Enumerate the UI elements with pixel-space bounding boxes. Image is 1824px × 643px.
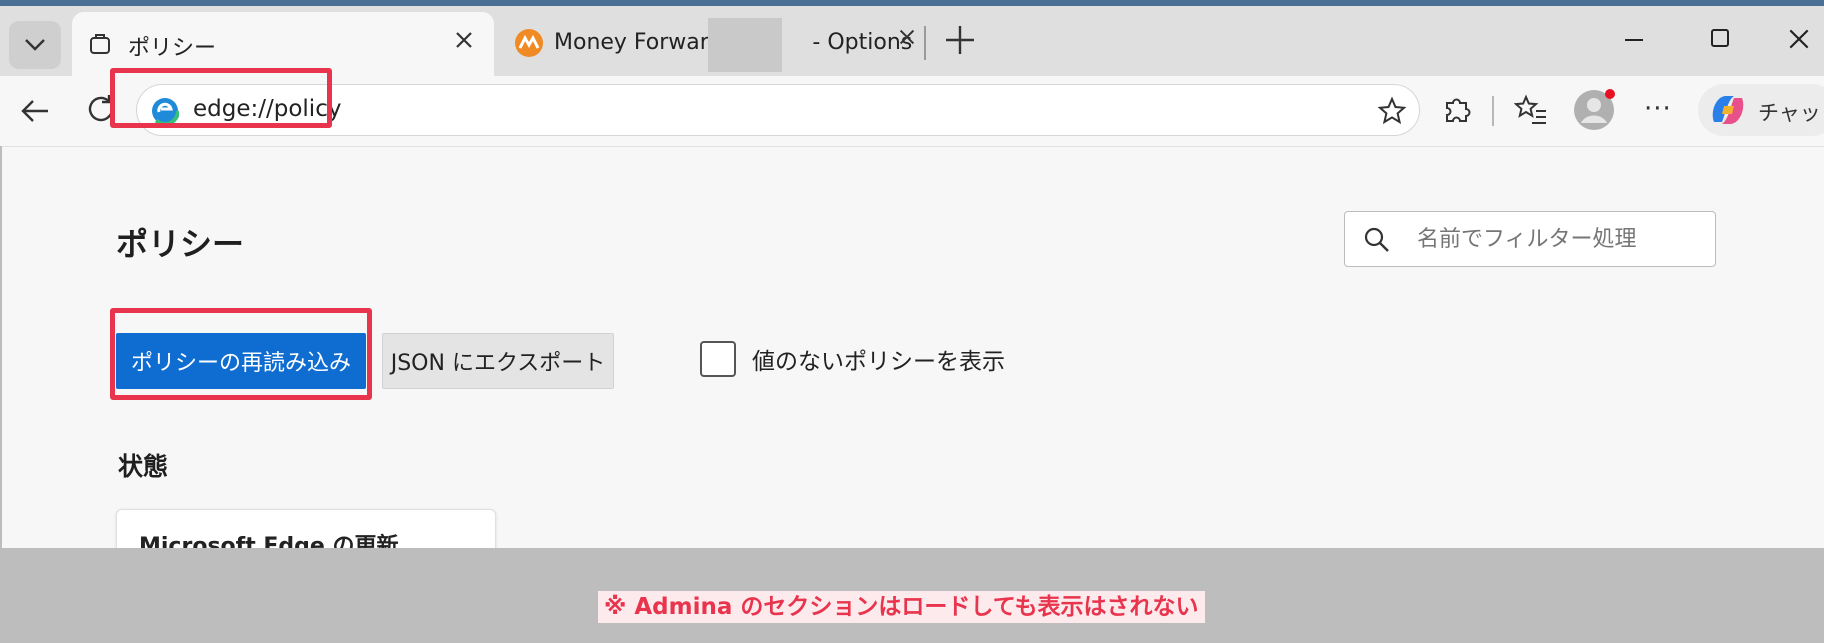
tab-title: ポリシー (128, 36, 217, 61)
reload-policies-button[interactable]: ポリシーの再読み込み (116, 333, 366, 389)
tab-title-prefix: Money Forward (554, 30, 723, 55)
tab-separator (924, 26, 926, 60)
tab-actions-button[interactable] (9, 21, 61, 69)
policy-page: ポリシー ポリシーの再読み込み JSON にエクスポート 値のないポリシーを表示… (2, 146, 1824, 548)
toolbar-separator (1492, 96, 1494, 126)
tab-policy[interactable]: ポリシー (72, 12, 494, 76)
profile-avatar[interactable] (1572, 88, 1616, 136)
status-heading: 状態 (118, 452, 169, 481)
refresh-icon[interactable] (84, 92, 118, 126)
export-json-button[interactable]: JSON にエクスポート (382, 333, 614, 389)
plus-icon[interactable] (940, 20, 980, 60)
filter-input[interactable] (1417, 222, 1697, 256)
show-empty-checkbox[interactable] (700, 341, 736, 377)
star-icon[interactable] (1377, 96, 1407, 126)
chevron-down-icon (25, 39, 45, 51)
address-url: edge://policy (193, 96, 342, 122)
tab-money-forward[interactable]: Money Forward - Options (508, 16, 918, 72)
status-card: Microsoft Edge の更新 (116, 509, 496, 548)
copilot-label: チャット (1758, 101, 1824, 125)
document-icon (90, 34, 110, 54)
more-menu-button[interactable]: ··· (1644, 94, 1672, 124)
status-card-title: Microsoft Edge の更新 (139, 534, 399, 548)
puzzle-extensions-icon[interactable] (1440, 92, 1474, 126)
search-icon (1364, 227, 1389, 252)
page-title: ポリシー (116, 225, 245, 263)
avatar-icon (1574, 89, 1615, 130)
maximize-icon[interactable] (1708, 26, 1732, 50)
filter-box[interactable] (1344, 211, 1716, 267)
close-icon[interactable] (896, 26, 918, 48)
annotation-note: ※ Admina のセクションはロードしても表示はされない (598, 591, 1205, 623)
copilot-icon (1712, 96, 1744, 124)
browser-toolbar: edge://policy ··· チャット (0, 76, 1824, 146)
tab-bar: ポリシー Money Forward - Options (0, 6, 1824, 76)
address-bar[interactable]: edge://policy (136, 84, 1420, 136)
copilot-chat-button[interactable]: チャット (1698, 84, 1824, 136)
close-icon[interactable] (452, 28, 476, 52)
favorites-icon[interactable] (1514, 93, 1548, 127)
minimize-icon[interactable] (1622, 28, 1646, 52)
money-forward-icon (515, 29, 543, 57)
window-close-icon[interactable] (1786, 26, 1812, 52)
redacted-block (708, 18, 782, 72)
back-arrow-icon[interactable] (18, 94, 52, 128)
show-empty-toggle[interactable]: 値のないポリシーを表示 (700, 341, 1005, 377)
edge-logo-icon (151, 97, 179, 125)
show-empty-label: 値のないポリシーを表示 (752, 349, 1005, 375)
